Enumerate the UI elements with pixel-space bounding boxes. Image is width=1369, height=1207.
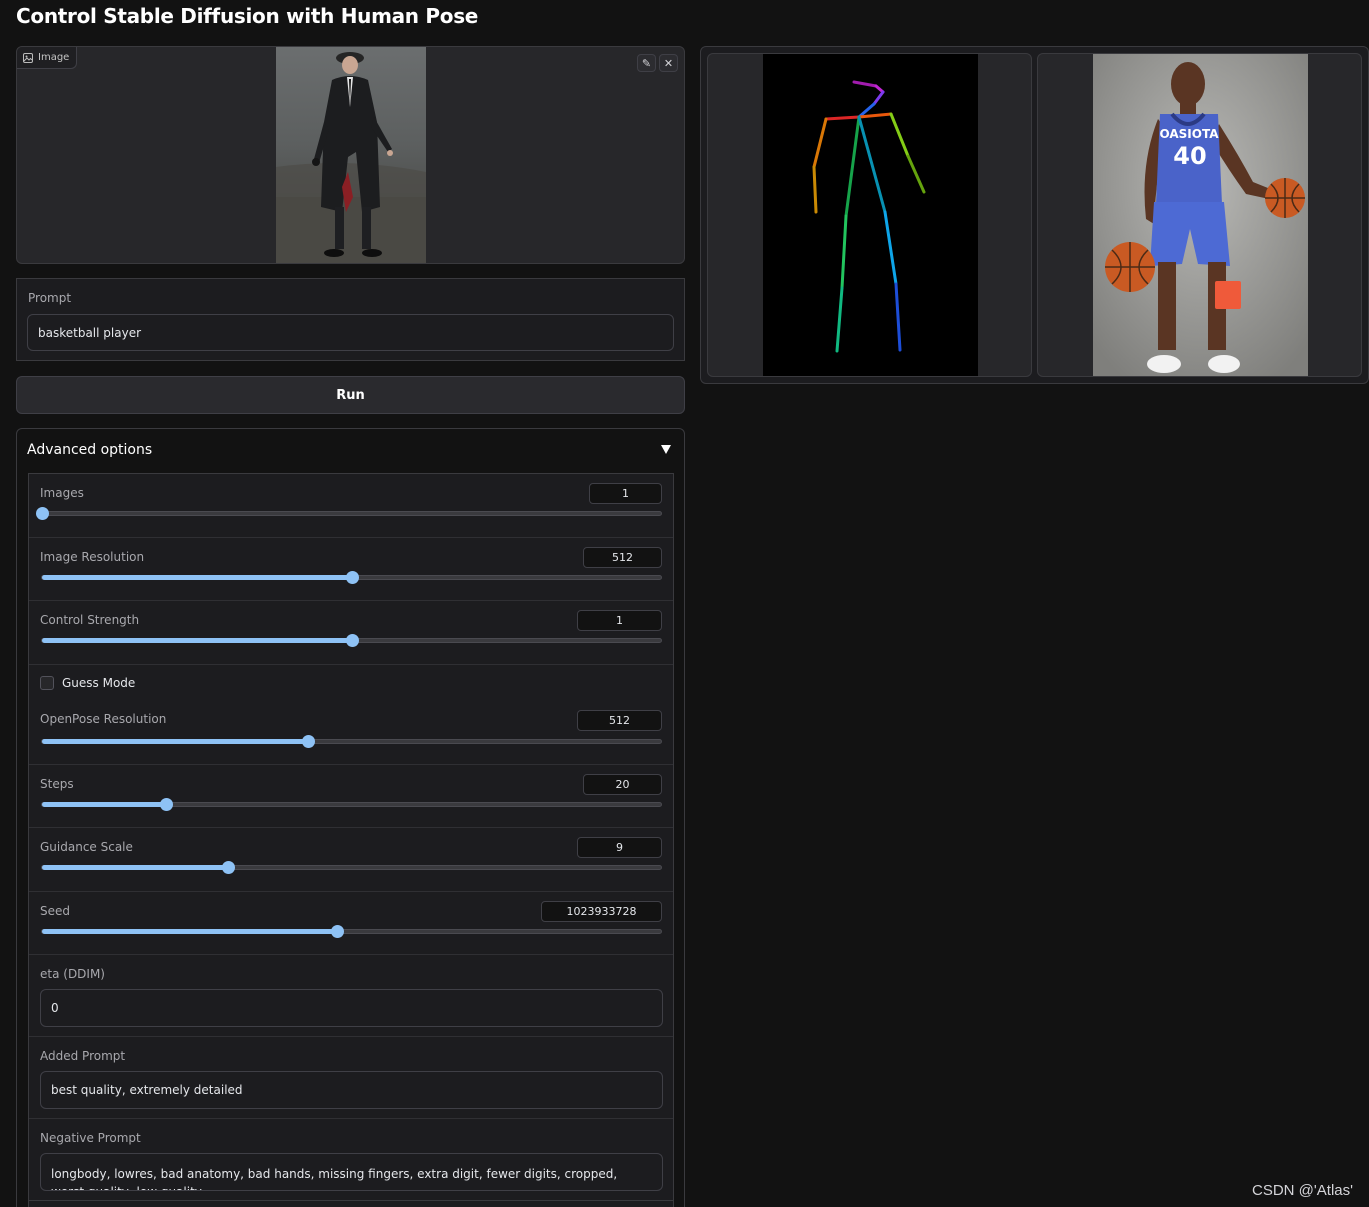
control-strength-label: Control Strength (40, 613, 140, 627)
prompt-label: Prompt (28, 291, 72, 305)
guess-mode-checkbox[interactable] (40, 676, 54, 690)
negative-prompt-row: Negative Prompt longbody, lowres, bad an… (29, 1119, 673, 1201)
watermark: CSDN @'Atlas' (1252, 1182, 1353, 1199)
close-icon[interactable]: ✕ (659, 54, 678, 72)
guidance-scale-slider-thumb[interactable] (221, 861, 235, 874)
seed-row: Seed 1023933728 (29, 892, 673, 955)
openpose-resolution-slider-thumb[interactable] (302, 735, 316, 748)
seed-slider[interactable] (41, 925, 662, 938)
pencil-icon[interactable]: ✎ (637, 54, 656, 72)
seed-number-input[interactable]: 1023933728 (541, 901, 662, 922)
openpose-resolution-slider[interactable] (41, 735, 662, 748)
openpose-resolution-number-input[interactable]: 512 (577, 710, 662, 731)
image-resolution-slider-thumb[interactable] (345, 571, 359, 584)
guess-mode-openpose-row: Guess Mode OpenPose Resolution 512 (29, 665, 673, 765)
control-strength-number-input[interactable]: 1 (577, 610, 662, 631)
eta-input[interactable]: 0 (40, 989, 663, 1027)
control-strength-row: Control Strength 1 (29, 601, 673, 665)
added-prompt-input[interactable]: best quality, extremely detailed (40, 1071, 663, 1109)
input-photo (276, 47, 426, 263)
images-row: Images 1 (29, 474, 673, 538)
control-strength-slider-thumb[interactable] (345, 634, 359, 647)
steps-row: Steps 20 (29, 765, 673, 828)
prompt-input[interactable]: basketball player (27, 314, 674, 351)
guess-mode-label[interactable]: Guess Mode (62, 676, 135, 690)
guidance-scale-number-input[interactable]: 9 (577, 837, 662, 858)
steps-slider-thumb[interactable] (159, 798, 173, 811)
images-slider-thumb[interactable] (36, 507, 49, 520)
seed-label: Seed (40, 904, 70, 918)
images-slider[interactable] (36, 507, 662, 520)
gallery-item-result[interactable]: OASIOTA 40 (1037, 53, 1362, 377)
jersey-number: 40 (1173, 142, 1206, 170)
image-label-tag: Image (17, 47, 78, 69)
control-strength-slider[interactable] (41, 634, 662, 647)
images-number-input[interactable]: 1 (589, 483, 662, 504)
image-label-text: Image (38, 52, 70, 63)
prompt-panel: Prompt basketball player (16, 278, 685, 361)
negative-prompt-text: longbody, lowres, bad anatomy, bad hands… (51, 1167, 618, 1190)
added-prompt-row: Added Prompt best quality, extremely det… (29, 1037, 673, 1119)
openpose-resolution-label: OpenPose Resolution (40, 712, 167, 726)
advanced-options-header[interactable]: Advanced options (27, 442, 152, 458)
guidance-scale-row: Guidance Scale 9 (29, 828, 673, 892)
image-icon (23, 52, 33, 63)
jersey-text: OASIOTA (1159, 127, 1219, 141)
page-title: Control Stable Diffusion with Human Pose (16, 4, 479, 28)
advanced-options-accordion: Advanced options Images 1 Image Resoluti… (16, 428, 685, 1207)
image-input[interactable]: Image ✎ ✕ (16, 46, 685, 264)
added-prompt-label: Added Prompt (40, 1049, 126, 1063)
openpose-skeleton-image (763, 54, 978, 376)
advanced-options-body: Images 1 Image Resolution 512 Control St… (28, 473, 674, 1207)
eta-label: eta (DDIM) (40, 967, 105, 981)
basketball-player-image: OASIOTA 40 (1093, 54, 1308, 376)
guidance-scale-label: Guidance Scale (40, 840, 133, 854)
eta-row: eta (DDIM) 0 (29, 955, 673, 1037)
negative-prompt-label: Negative Prompt (40, 1131, 141, 1145)
gallery-item-pose[interactable] (707, 53, 1032, 377)
output-gallery: OASIOTA 40 (700, 46, 1369, 384)
steps-label: Steps (40, 777, 74, 791)
negative-prompt-input[interactable]: longbody, lowres, bad anatomy, bad hands… (40, 1153, 663, 1191)
guidance-scale-slider[interactable] (41, 861, 662, 874)
images-label: Images (40, 486, 84, 500)
run-button[interactable]: Run (16, 376, 685, 414)
seed-slider-thumb[interactable] (331, 925, 345, 938)
triangle-down-icon[interactable] (661, 445, 671, 454)
image-resolution-label: Image Resolution (40, 550, 145, 564)
image-resolution-row: Image Resolution 512 (29, 538, 673, 601)
image-resolution-number-input[interactable]: 512 (583, 547, 662, 568)
steps-slider[interactable] (41, 798, 662, 811)
steps-number-input[interactable]: 20 (583, 774, 662, 795)
image-resolution-slider[interactable] (41, 571, 662, 584)
